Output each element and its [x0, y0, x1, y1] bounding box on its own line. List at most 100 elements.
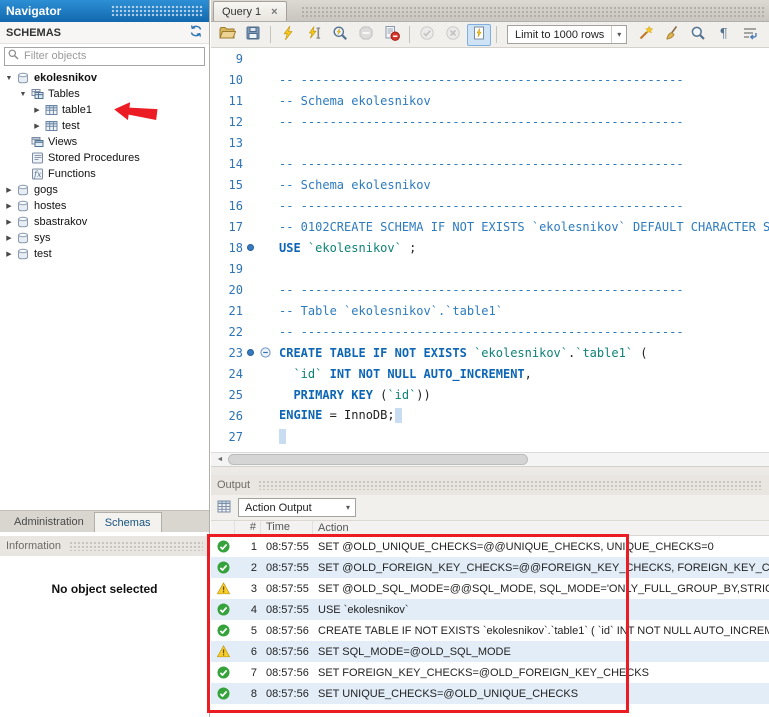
tree-item-label: table1 — [62, 104, 92, 116]
execute-current-button[interactable] — [302, 24, 326, 46]
expand-icon[interactable]: ▶ — [32, 122, 42, 130]
code-segment: `id` — [293, 367, 322, 381]
tree-item-tables[interactable]: ▼Tables — [0, 86, 209, 102]
output-view-dropdown[interactable]: Action Output ▾ — [238, 498, 356, 517]
editor-line[interactable]: 17-- 0102CREATE SCHEMA IF NOT EXISTS `ek… — [211, 216, 769, 237]
filter-box[interactable] — [4, 47, 205, 66]
output-row[interactable]: 508:57:56CREATE TABLE IF NOT EXISTS `eko… — [211, 620, 769, 641]
editor-line[interactable]: 20-- -----------------------------------… — [211, 279, 769, 300]
fold-collapse-icon[interactable] — [258, 347, 273, 358]
row-action: CREATE TABLE IF NOT EXISTS `ekolesnikov`… — [313, 625, 769, 637]
editor-line[interactable]: 15-- Schema ekolesnikov — [211, 174, 769, 195]
code-segment: = InnoDB; — [322, 408, 394, 422]
svg-text:fx: fx — [33, 170, 42, 179]
invisible-chars-button[interactable]: ¶ — [712, 24, 736, 46]
editor-line[interactable]: 16-- -----------------------------------… — [211, 195, 769, 216]
editor-line[interactable]: 23CREATE TABLE IF NOT EXISTS `ekolesniko… — [211, 342, 769, 363]
open-script-button[interactable] — [215, 24, 239, 46]
tree-item-gogs[interactable]: ▶gogs — [0, 182, 209, 198]
clean-button[interactable] — [660, 24, 684, 46]
clean-icon — [664, 25, 680, 44]
search-icon — [8, 49, 19, 63]
scroll-left-icon[interactable]: ◄ — [213, 453, 227, 466]
editor-line[interactable]: 24 `id` INT NOT NULL AUTO_INCREMENT, — [211, 363, 769, 384]
tree-item-functions[interactable]: fxFunctions — [0, 166, 209, 182]
editor-tabbar: Query 1 × — [211, 0, 769, 22]
tree-item-label: hostes — [34, 200, 66, 212]
row-time: 08:57:55 — [261, 583, 313, 595]
expand-icon[interactable]: ▶ — [4, 186, 14, 194]
code-segment: -- -------------------------------------… — [279, 73, 684, 87]
tree-item-test[interactable]: ▶test — [0, 246, 209, 262]
execute-button[interactable] — [276, 24, 300, 46]
editor-line[interactable]: 12-- -----------------------------------… — [211, 111, 769, 132]
editor-line[interactable]: 19 — [211, 258, 769, 279]
line-number: 19 — [211, 262, 243, 276]
editor-line[interactable]: 26ENGINE = InnoDB; — [211, 405, 769, 426]
editor-line[interactable]: 25 PRIMARY KEY (`id`)) — [211, 384, 769, 405]
tab-administration[interactable]: Administration — [4, 512, 94, 532]
horizontal-scrollbar[interactable]: ◄ — [211, 452, 769, 466]
explain-button[interactable] — [328, 24, 352, 46]
tree-item-hostes[interactable]: ▶ hostes — [0, 198, 209, 214]
expand-icon[interactable]: ▶ — [4, 234, 14, 242]
beautify-button[interactable] — [634, 24, 658, 46]
output-row[interactable]: 308:57:55SET @OLD_SQL_MODE=@@SQL_MODE, S… — [211, 578, 769, 599]
output-row[interactable]: 108:57:55SET @OLD_UNIQUE_CHECKS=@@UNIQUE… — [211, 536, 769, 557]
limit-rows-label: Limit to 1000 rows — [508, 29, 611, 41]
editor-line[interactable]: 11-- Schema ekolesnikov — [211, 90, 769, 111]
expand-icon[interactable]: ▶ — [32, 106, 42, 114]
tree-item-ekolesnikov[interactable]: ▼ekolesnikov — [0, 70, 209, 86]
output-row[interactable]: 608:57:56SET SQL_MODE=@OLD_SQL_MODE — [211, 641, 769, 662]
output-row[interactable]: 708:57:56SET FOREIGN_KEY_CHECKS=@OLD_FOR… — [211, 662, 769, 683]
explain-icon — [332, 25, 348, 44]
save-script-button[interactable] — [241, 24, 265, 46]
wrap-text-button[interactable] — [738, 24, 762, 46]
editor-line[interactable]: 22-- -----------------------------------… — [211, 321, 769, 342]
code-segment: , — [525, 367, 532, 381]
output-row[interactable]: 408:57:55USE `ekolesnikov` — [211, 599, 769, 620]
code-segment: -- Table `ekolesnikov`.`table1` — [279, 304, 503, 318]
execute-current-icon — [306, 25, 322, 44]
tree-item-sbastrakov[interactable]: ▶sbastrakov — [0, 214, 209, 230]
sql-editor[interactable]: 910-- ----------------------------------… — [211, 48, 769, 452]
expand-icon[interactable]: ▶ — [4, 250, 14, 258]
line-number: 17 — [211, 220, 243, 234]
output-row[interactable]: 208:57:55SET @OLD_FOREIGN_KEY_CHECKS=@@F… — [211, 557, 769, 578]
limit-rows-dropdown[interactable]: Limit to 1000 rows▾ — [507, 25, 627, 44]
chevron-down-icon[interactable]: ▾ — [611, 26, 626, 43]
no-object-selected-message: No object selected — [0, 582, 209, 596]
collapse-icon[interactable]: ▼ — [18, 91, 28, 98]
collapse-icon[interactable]: ▼ — [4, 75, 14, 82]
expand-icon[interactable]: ▶ — [4, 202, 14, 210]
tab-schemas[interactable]: Schemas — [94, 512, 162, 532]
output-row[interactable]: 808:57:56SET UNIQUE_CHECKS=@OLD_UNIQUE_C… — [211, 683, 769, 704]
row-time: 08:57:56 — [261, 688, 313, 700]
code-segment: -- -------------------------------------… — [279, 283, 684, 297]
panel-splitter[interactable] — [211, 466, 769, 475]
editor-line[interactable]: 27 — [211, 426, 769, 447]
editor-line[interactable]: 13 — [211, 132, 769, 153]
tree-item-table1[interactable]: ▶ table1 — [0, 102, 209, 118]
stop-on-error-button[interactable] — [380, 24, 404, 46]
refresh-schemas-icon[interactable] — [189, 25, 203, 40]
tree-item-sys[interactable]: ▶sys — [0, 230, 209, 246]
tab-query1[interactable]: Query 1 × — [213, 1, 287, 21]
editor-line[interactable]: 9 — [211, 48, 769, 69]
close-tab-icon[interactable]: × — [271, 6, 277, 18]
editor-line[interactable]: 10-- -----------------------------------… — [211, 69, 769, 90]
tree-item-stored-procedures[interactable]: Stored Procedures — [0, 150, 209, 166]
scrollbar-thumb[interactable] — [228, 454, 528, 465]
editor-line[interactable]: 18USE `ekolesnikov` ; — [211, 237, 769, 258]
schemas-section-header: SCHEMAS — [0, 22, 209, 44]
autocommit-button[interactable] — [467, 24, 491, 46]
line-number: 21 — [211, 304, 243, 318]
tab-label: Administration — [14, 516, 84, 528]
expand-icon[interactable]: ▶ — [4, 218, 14, 226]
tree-item-views[interactable]: Views — [0, 134, 209, 150]
find-button[interactable] — [686, 24, 710, 46]
editor-line[interactable]: 14-- -----------------------------------… — [211, 153, 769, 174]
editor-line[interactable]: 21 -- Table `ekolesnikov`.`table1` — [211, 300, 769, 321]
filter-input[interactable] — [22, 49, 201, 63]
tree-item-test[interactable]: ▶test — [0, 118, 209, 134]
